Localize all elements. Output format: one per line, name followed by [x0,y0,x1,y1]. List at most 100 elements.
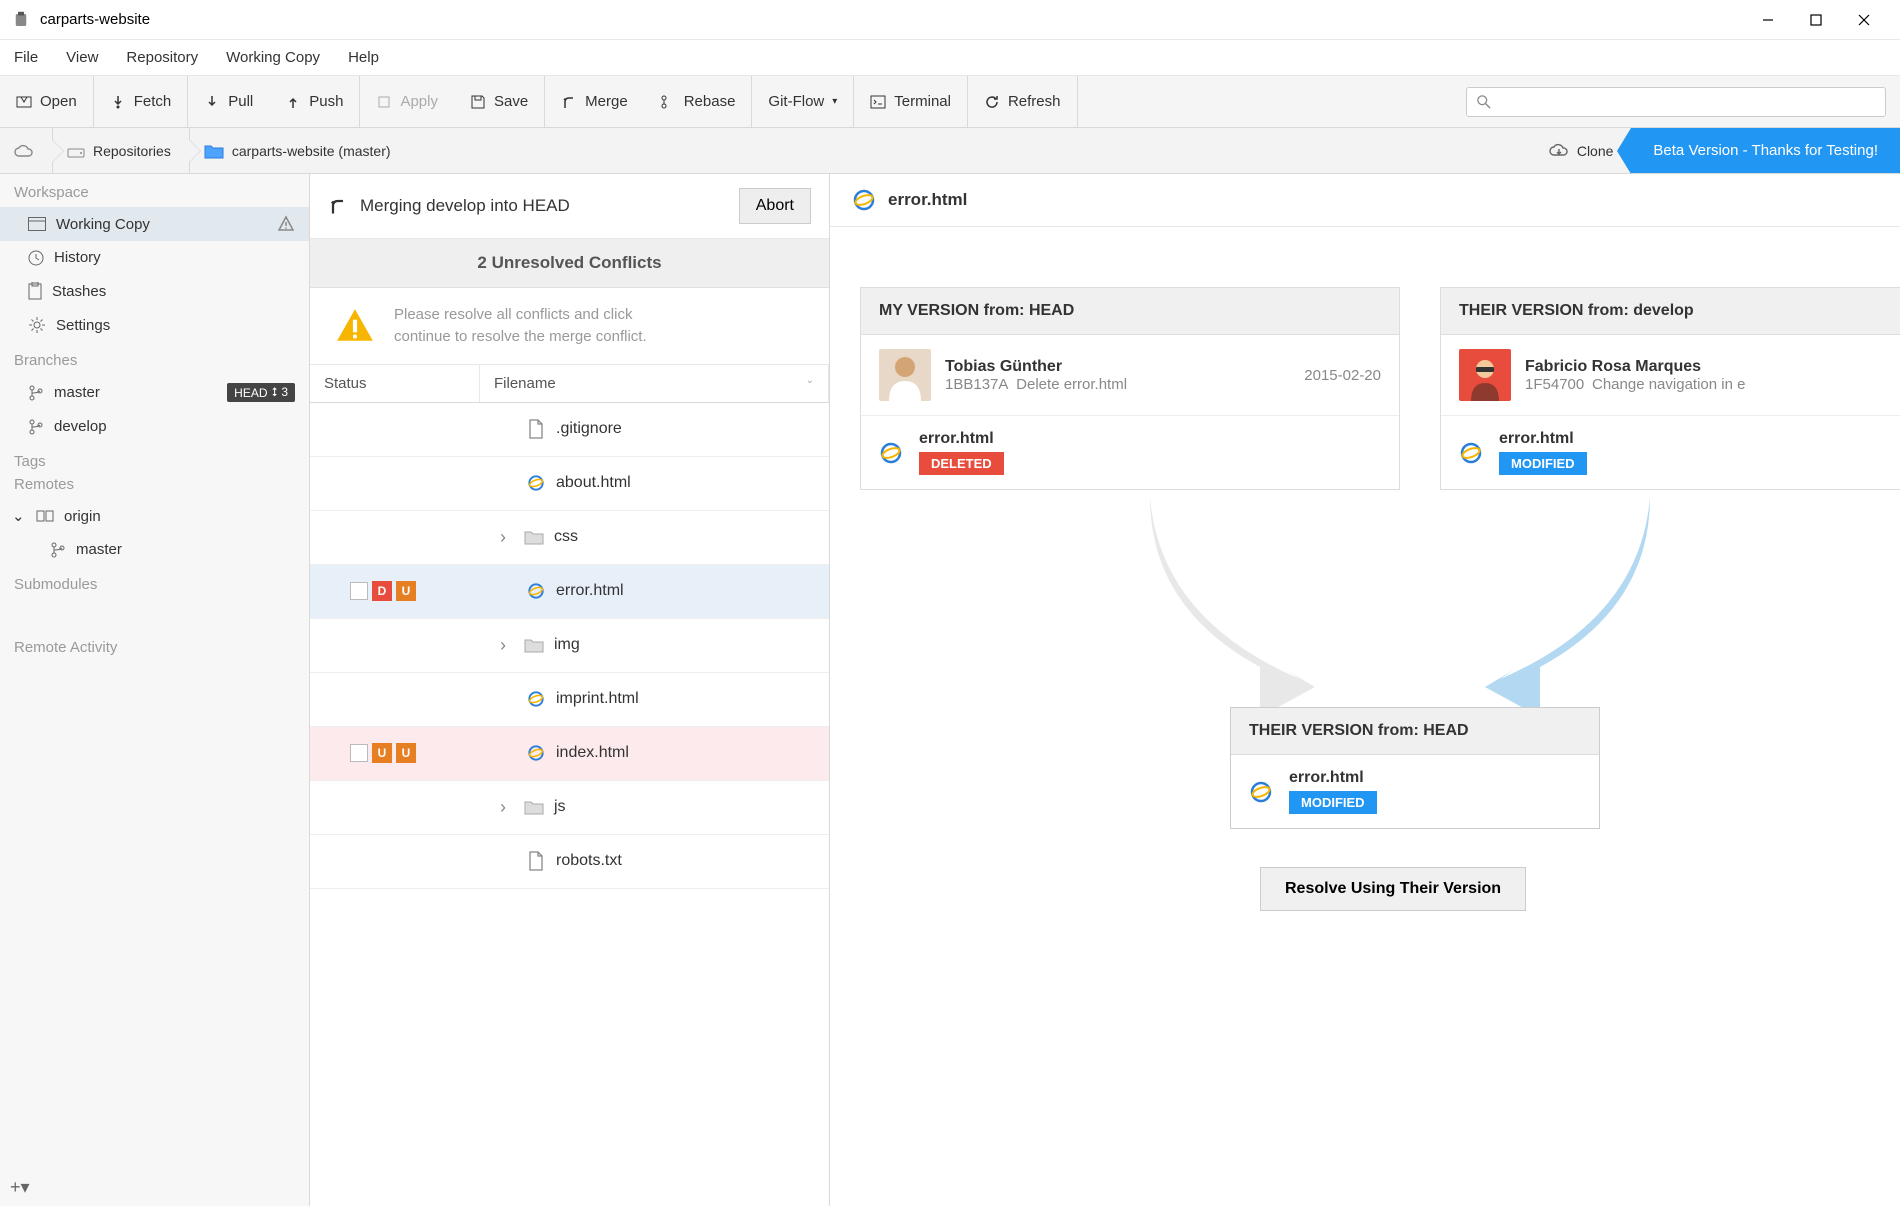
sidebar-item-working-copy[interactable]: Working Copy [0,207,309,241]
their-author: Fabricio Rosa Marques [1525,358,1900,376]
sidebar-remote-branch-master[interactable]: master [0,533,309,566]
menu-help[interactable]: Help [348,49,379,66]
chevron-right-icon [500,797,514,818]
open-button[interactable]: Open [0,76,94,127]
minimize-button[interactable] [1744,4,1792,36]
toolbar-search [1452,76,1900,127]
sidebar-section-remotes: Remotes [0,476,309,499]
maximize-button[interactable] [1792,4,1840,36]
sidebar-item-settings[interactable]: Settings [0,308,309,342]
search-input[interactable] [1499,94,1875,110]
sidebar-branch-develop[interactable]: develop [0,410,309,443]
clone-button[interactable]: Clone [1531,128,1632,173]
save-button[interactable]: Save [454,76,545,127]
middle-panel: Merging develop into HEAD Abort 2 Unreso… [310,174,830,1206]
file-row[interactable]: js [310,781,829,835]
their-version-commit[interactable]: Fabricio Rosa Marques 1F54700 Change nav… [1441,335,1900,416]
apply-button[interactable]: Apply [360,76,454,127]
sidebar: Workspace Working Copy History Stashes S… [0,174,310,1206]
file-table-header: Status Filename⌄ [310,365,829,403]
file-name: robots.txt [556,852,622,870]
file-row[interactable]: DUerror.html [310,565,829,619]
sidebar-item-history[interactable]: History [0,241,309,274]
branch-icon [28,385,44,401]
file-row[interactable]: imprint.html [310,673,829,727]
my-version-card: MY VERSION from: HEAD Tobias Günther 1BB… [860,287,1400,490]
th-filename[interactable]: Filename⌄ [480,365,829,402]
file-name: error.html [556,582,624,600]
refresh-button[interactable]: Refresh [968,76,1078,127]
search-box[interactable] [1466,87,1886,117]
ie-icon [879,441,903,465]
ie-icon [526,689,546,709]
push-button[interactable]: Push [269,76,360,127]
sidebar-section-remote-activity: Remote Activity [0,629,309,662]
crumb-cloud[interactable] [0,128,53,173]
terminal-button[interactable]: Terminal [854,76,968,127]
fetch-button[interactable]: Fetch [94,76,189,127]
clipboard-icon [28,282,42,300]
menu-working-copy[interactable]: Working Copy [226,49,320,66]
their-commit-msg: Change navigation in e [1592,376,1745,393]
result-card: THEIR VERSION from: HEAD error.htmlMODIF… [1230,707,1600,829]
crumb-repos[interactable]: Repositories [53,128,190,173]
resolve-button[interactable]: Resolve Using Their Version [1260,867,1526,911]
chevron-right-icon [500,527,514,548]
warning-icon [334,305,376,347]
menu-bar: File View Repository Working Copy Help [0,40,1900,76]
merge-icon [561,94,577,110]
alert-icon [277,215,295,233]
file-row[interactable]: css [310,511,829,565]
ie-icon [1249,780,1273,804]
sidebar-item-stashes[interactable]: Stashes [0,274,309,308]
result-title: THEIR VERSION from: HEAD [1231,708,1599,755]
menu-repository[interactable]: Repository [126,49,198,66]
apply-icon [376,94,392,110]
pull-button[interactable]: Pull [188,76,269,127]
gitflow-button[interactable]: Git-Flow▾ [752,76,854,127]
status-chip: U [372,743,392,763]
sidebar-section-branches: Branches [0,342,309,375]
chevron-down-icon[interactable]: ⌄ [12,507,26,525]
cloud-icon [14,144,34,158]
add-button[interactable]: +▾ [10,1177,30,1198]
ie-icon [526,473,546,493]
th-status[interactable]: Status [310,365,480,402]
file-row[interactable]: robots.txt [310,835,829,889]
checkbox[interactable] [350,582,368,600]
file-name: js [554,798,566,816]
sort-icon: ⌄ [806,375,814,392]
file-row[interactable]: img [310,619,829,673]
sidebar-section-workspace: Workspace [0,174,309,207]
chevron-right-icon [500,635,514,656]
abort-button[interactable]: Abort [739,188,811,224]
sidebar-remote-origin[interactable]: ⌄origin [0,499,309,533]
their-sha: 1F54700 [1525,376,1584,393]
ie-icon [526,743,546,763]
sidebar-branch-master[interactable]: master HEAD⭥ 3 [0,375,309,410]
my-sha: 1BB137A [945,376,1008,393]
rebase-button[interactable]: Rebase [644,76,753,127]
their-version-card: THEIR VERSION from: develop Fabricio Ros… [1440,287,1900,490]
ie-icon [1459,441,1483,465]
merge-status-text: Merging develop into HEAD [360,196,727,216]
close-button[interactable] [1840,4,1888,36]
file-row[interactable]: .gitignore [310,403,829,457]
crumb-project[interactable]: carparts-website (master) [190,128,409,173]
deleted-badge: DELETED [919,452,1004,475]
merge-button[interactable]: Merge [545,76,644,127]
file-row[interactable]: UUindex.html [310,727,829,781]
checkbox[interactable] [350,744,368,762]
right-header: error.html [830,174,1900,227]
terminal-icon [870,94,886,110]
conflicts-banner: 2 Unresolved Conflicts [310,239,829,288]
branch-icon [28,419,44,435]
my-version-commit[interactable]: Tobias Günther 1BB137A Delete error.html… [861,335,1399,416]
remote-icon [36,509,54,523]
search-icon [1477,95,1491,109]
push-icon [285,94,301,110]
file-row[interactable]: about.html [310,457,829,511]
window-icon [28,217,46,231]
menu-file[interactable]: File [14,49,38,66]
menu-view[interactable]: View [66,49,98,66]
